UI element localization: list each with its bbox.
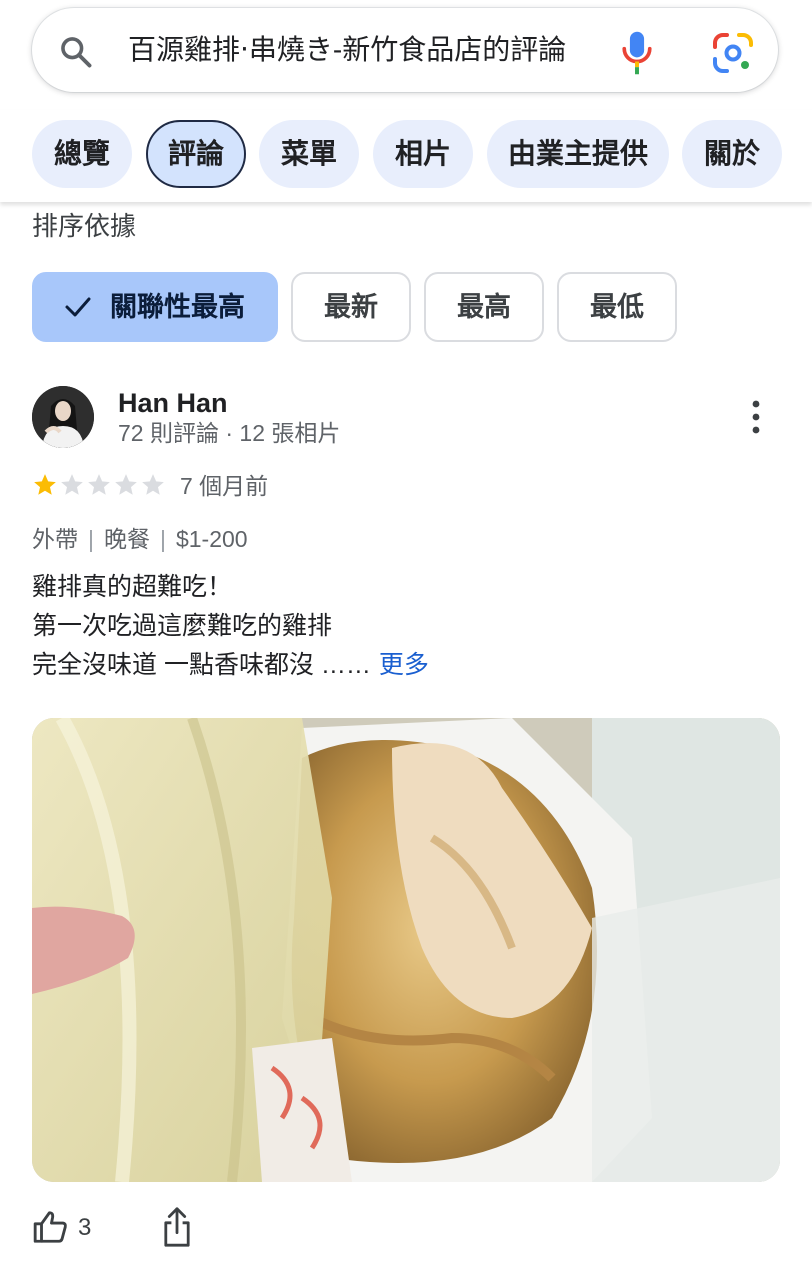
sort-chip-highest[interactable]: 最高 — [424, 272, 544, 342]
tag-price: $1-200 — [175, 526, 248, 552]
thumbs-up-icon[interactable] — [32, 1208, 70, 1246]
reviewer-name[interactable]: Han Han — [118, 386, 228, 420]
sort-label: 排序依據 — [32, 211, 137, 241]
review-time: 7 個月前 — [180, 473, 269, 499]
tab-overview[interactable]: 總覽 — [32, 120, 132, 188]
star-empty-icon — [61, 474, 83, 495]
tab-from-owner[interactable]: 由業主提供 — [487, 120, 669, 188]
like-count: 3 — [78, 1214, 92, 1241]
star-empty-icon — [142, 474, 164, 495]
tag-service: 外帶 — [32, 526, 78, 552]
share-icon[interactable] — [160, 1206, 194, 1248]
star-filled-icon — [34, 474, 56, 495]
review-line: 雞排真的超難吃！ — [32, 573, 233, 601]
check-icon — [65, 297, 91, 317]
star-empty-icon — [88, 474, 110, 495]
review-line: 第一次吃過這麼難吃的雞排 — [32, 612, 333, 640]
tab-about[interactable]: 關於 — [682, 120, 782, 188]
tab-menu[interactable]: 菜單 — [259, 120, 359, 188]
review-photo[interactable] — [32, 718, 780, 1182]
tab-reviews[interactable]: 評論 — [146, 120, 246, 188]
fried-chicken-photo — [32, 718, 780, 1182]
tab-photos[interactable]: 相片 — [373, 120, 473, 188]
sort-chip-newest[interactable]: 最新 — [291, 272, 411, 342]
review-line: 完全沒味道 一點香味都沒 …… — [32, 651, 371, 679]
search-icon[interactable] — [58, 34, 94, 70]
tab-strip: 總覽 評論 菜單 相片 由業主提供 關於 — [0, 110, 812, 202]
avatar-photo — [32, 386, 94, 448]
more-link[interactable]: 更多 — [379, 651, 429, 679]
sort-chip-lowest[interactable]: 最低 — [557, 272, 677, 342]
more-options-icon[interactable] — [744, 400, 768, 434]
sort-chip-label: 關聯性最高 — [110, 292, 245, 322]
search-input[interactable]: 百源雞排‧串燒き-新竹食品店的評論 — [128, 28, 624, 72]
review-tags: 外帶 | 晚餐 | $1-200 — [32, 526, 248, 552]
microphone-icon[interactable] — [620, 30, 654, 76]
reviewer-meta: 72 則評論 · 12 張相片 — [118, 420, 341, 446]
review-text: 雞排真的超難吃！ 第一次吃過這麼難吃的雞排 完全沒味道 一點香味都沒 …… 更多 — [32, 568, 429, 685]
star-empty-icon — [115, 474, 137, 495]
tag-meal: 晚餐 — [103, 526, 150, 552]
google-lens-icon[interactable] — [712, 32, 754, 74]
search-bar[interactable]: 百源雞排‧串燒き-新竹食品店的評論 — [32, 8, 778, 92]
avatar[interactable] — [32, 386, 94, 448]
star-rating — [32, 472, 166, 500]
sort-chip-relevance[interactable]: 關聯性最高 — [32, 272, 278, 342]
